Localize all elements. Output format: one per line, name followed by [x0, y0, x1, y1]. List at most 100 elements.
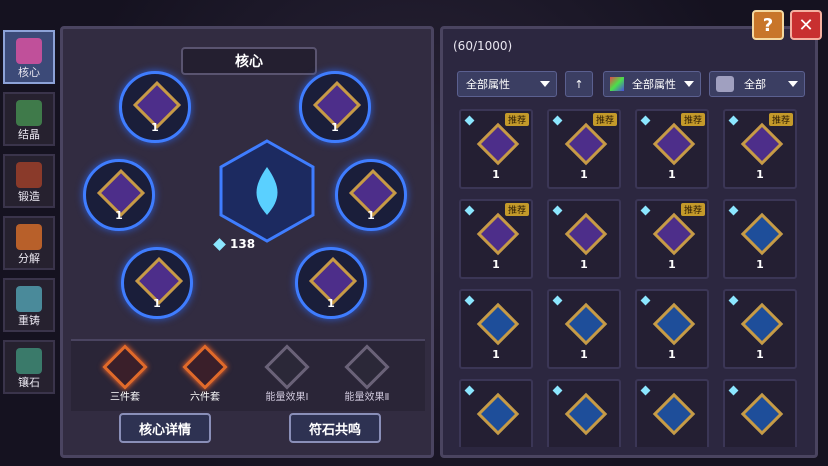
- rune-cell[interactable]: 1: [459, 289, 533, 369]
- core-slot[interactable]: 1: [83, 159, 155, 231]
- core-details-button[interactable]: 核心详情: [119, 413, 211, 443]
- rune-cell[interactable]: 1 推荐: [723, 109, 797, 189]
- set-label: 六件套: [190, 392, 220, 403]
- rune-level: 1: [756, 258, 764, 271]
- recast-icon: [16, 286, 42, 312]
- rune-gem-icon: [740, 212, 784, 256]
- rune-gem-icon: [476, 212, 520, 256]
- diamond-icon: [640, 205, 651, 216]
- rune-gem-icon: [652, 302, 696, 346]
- set-label: 三件套: [110, 392, 140, 403]
- core-slot[interactable]: 1: [299, 71, 371, 143]
- rune-cell[interactable]: [547, 379, 621, 447]
- recommended-badge: 推荐: [768, 113, 793, 126]
- rune-gem-icon: [564, 392, 608, 436]
- energy-effect-2[interactable]: 能量效果Ⅱ: [337, 344, 397, 403]
- rune-cell[interactable]: 1 推荐: [635, 109, 709, 189]
- tab-core[interactable]: 核心: [3, 30, 55, 84]
- rune-level: 1: [668, 348, 676, 361]
- forge-icon: [16, 162, 42, 188]
- slot-level: 1: [115, 209, 123, 222]
- tab-decompose[interactable]: 分解: [3, 216, 55, 270]
- rune-cell[interactable]: [635, 379, 709, 447]
- attribute-filter-dropdown[interactable]: 全部属性: [457, 71, 557, 97]
- color-filter-dropdown[interactable]: 全部属性: [603, 71, 701, 97]
- inventory-panel: (60/1000) 全部属性 ↑ 全部属性 全部 1 推荐 1 推荐 1 推荐 1 推荐 1 推荐…: [440, 26, 818, 458]
- sort-button[interactable]: ↑: [565, 71, 593, 97]
- diamond-icon: [552, 115, 563, 126]
- core-title: 核心: [181, 47, 317, 75]
- set-gem-icon: [182, 344, 228, 390]
- rune-level: 1: [668, 168, 676, 181]
- recommended-badge: 推荐: [504, 113, 529, 126]
- diamond-icon: [728, 115, 739, 126]
- tab-recast[interactable]: 重铸: [3, 278, 55, 332]
- filter-label: 全部属性: [632, 78, 676, 91]
- slot-level: 1: [151, 121, 159, 134]
- rune-grid: 1 推荐 1 推荐 1 推荐 1 推荐 1 推荐 1 1 推荐 1 1 1 1 1: [459, 109, 805, 447]
- chevron-down-icon: [540, 81, 550, 87]
- rune-gem-icon: [564, 212, 608, 256]
- energy-readout: 138: [213, 237, 255, 251]
- diamond-icon: [728, 295, 739, 306]
- tab-crystal[interactable]: 结晶: [3, 92, 55, 146]
- energy-effect-1[interactable]: 能量效果Ⅰ: [257, 344, 317, 403]
- tab-label: 重铸: [18, 314, 40, 327]
- tab-label: 结晶: [18, 128, 40, 141]
- rune-level: 1: [580, 168, 588, 181]
- rune-cell[interactable]: 1: [723, 289, 797, 369]
- rune-cell[interactable]: 1 推荐: [635, 199, 709, 279]
- core-slot[interactable]: 1: [295, 247, 367, 319]
- diamond-icon: [728, 385, 739, 396]
- rune-cell[interactable]: [723, 379, 797, 447]
- inlay-icon: [16, 348, 42, 374]
- diamond-icon: [728, 205, 739, 216]
- arrow-up-icon: ↑: [574, 77, 584, 91]
- diamond-icon: [552, 385, 563, 396]
- core-slot[interactable]: 1: [119, 71, 191, 143]
- set-bonus-3[interactable]: 三件套: [95, 344, 155, 403]
- rune-cell[interactable]: 1: [547, 289, 621, 369]
- set-bonus-6[interactable]: 六件套: [175, 344, 235, 403]
- help-button[interactable]: ?: [752, 10, 784, 40]
- rune-cell[interactable]: 1 推荐: [459, 109, 533, 189]
- rune-level: 1: [580, 348, 588, 361]
- type-filter-dropdown[interactable]: 全部: [709, 71, 805, 97]
- rune-cell[interactable]: 1: [635, 289, 709, 369]
- rune-resonance-button[interactable]: 符石共鸣: [289, 413, 381, 443]
- tab-inlay[interactable]: 镶石: [3, 340, 55, 394]
- rune-gem-icon: [740, 302, 784, 346]
- diamond-icon: [464, 295, 475, 306]
- filter-label: 全部: [744, 78, 766, 91]
- core-slot[interactable]: 1: [121, 247, 193, 319]
- diamond-icon: [552, 205, 563, 216]
- rune-cell[interactable]: 1: [547, 199, 621, 279]
- decompose-icon: [16, 224, 42, 250]
- rune-gem-icon: [476, 302, 520, 346]
- tab-label: 锻造: [18, 190, 40, 203]
- tab-label: 镶石: [18, 376, 40, 389]
- set-label: 能量效果Ⅰ: [265, 392, 309, 403]
- rune-cell[interactable]: 1: [723, 199, 797, 279]
- rune-level: 1: [668, 258, 676, 271]
- recommended-badge: 推荐: [504, 203, 529, 216]
- diamond-icon: [464, 385, 475, 396]
- rune-level: 1: [756, 348, 764, 361]
- close-button[interactable]: ✕: [790, 10, 822, 40]
- tab-label: 分解: [18, 252, 40, 265]
- color-icon: [610, 77, 624, 91]
- core-slot[interactable]: 1: [335, 159, 407, 231]
- recommended-badge: 推荐: [592, 113, 617, 126]
- tab-forge[interactable]: 锻造: [3, 154, 55, 208]
- rune-gem-icon: [652, 392, 696, 436]
- rune-cell[interactable]: 1 推荐: [459, 199, 533, 279]
- recommended-badge: 推荐: [680, 113, 705, 126]
- rune-cell[interactable]: 1 推荐: [547, 109, 621, 189]
- set-gem-icon: [264, 344, 310, 390]
- monster-icon: [716, 76, 734, 92]
- slot-level: 1: [153, 297, 161, 310]
- rune-cell[interactable]: [459, 379, 533, 447]
- help-label: ?: [762, 14, 774, 36]
- inventory-count: (60/1000): [453, 39, 513, 53]
- diamond-icon: [640, 115, 651, 126]
